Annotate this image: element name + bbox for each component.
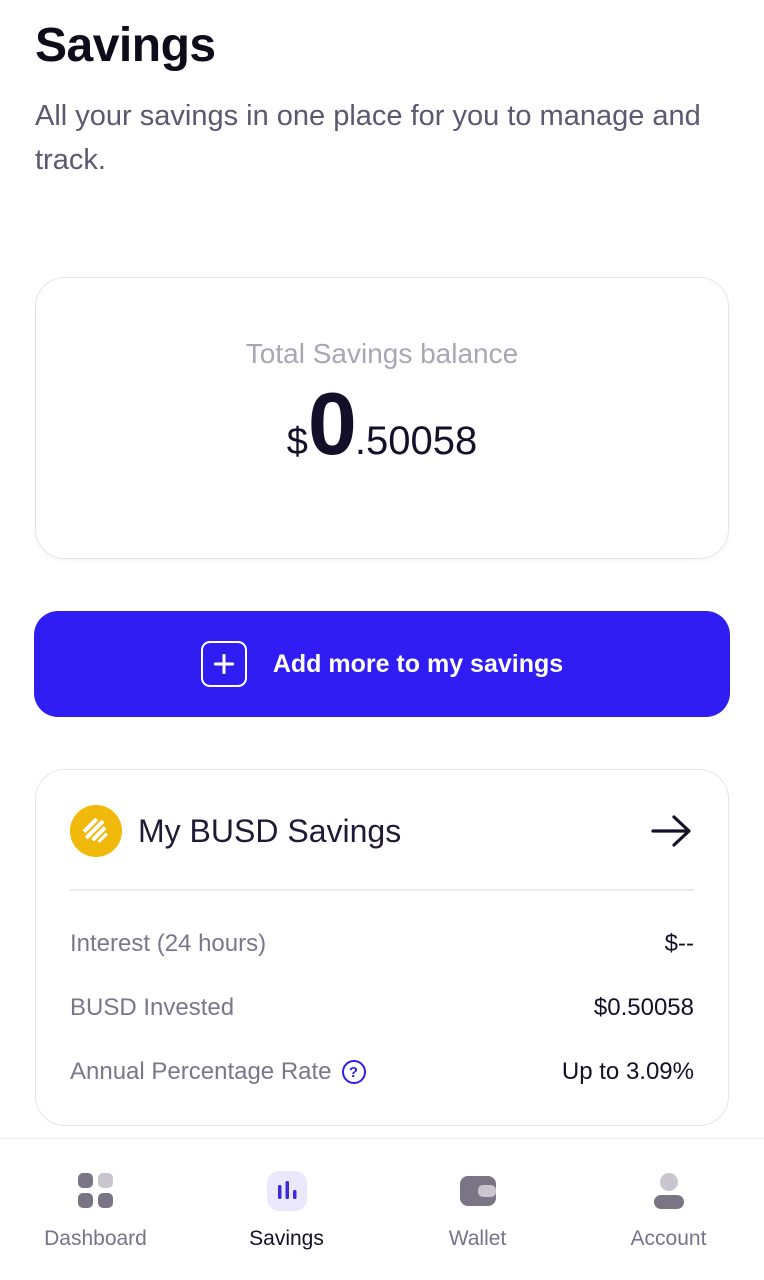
interest-label: Interest (24 hours) bbox=[70, 930, 267, 957]
card-divider bbox=[70, 889, 694, 891]
balance-label: Total Savings balance bbox=[245, 338, 519, 369]
apr-value: Up to 3.09% bbox=[561, 1058, 694, 1085]
total-balance-card: Total Savings balance $0.50058 bbox=[35, 277, 729, 559]
wallet-icon bbox=[458, 1171, 498, 1211]
busd-coin-icon bbox=[70, 805, 122, 857]
balance-fraction: .50058 bbox=[354, 419, 478, 463]
add-savings-button[interactable]: Add more to my savings bbox=[34, 611, 730, 717]
interest-value: $-- bbox=[664, 930, 694, 957]
invested-value: $0.50058 bbox=[593, 994, 694, 1021]
nav-item-wallet[interactable]: Wallet bbox=[382, 1139, 573, 1280]
nav-label-wallet: Wallet bbox=[448, 1227, 507, 1250]
nav-item-savings[interactable]: Savings bbox=[191, 1139, 382, 1280]
busd-savings-title: My BUSD Savings bbox=[138, 812, 402, 849]
invested-row: BUSD Invested $0.50058 bbox=[70, 990, 694, 1026]
help-question-icon[interactable]: ? bbox=[341, 1060, 366, 1084]
balance-amount: $0.50058 bbox=[36, 380, 728, 468]
arrow-right-icon[interactable] bbox=[650, 813, 694, 849]
page-title: Savings bbox=[35, 19, 216, 72]
apr-label: Annual Percentage Rate bbox=[70, 1058, 332, 1085]
account-user-icon bbox=[649, 1171, 689, 1211]
nav-label-dashboard: Dashboard bbox=[44, 1227, 147, 1250]
add-savings-label: Add more to my savings bbox=[272, 649, 564, 678]
bottom-nav: Dashboard Savings Wallet Account bbox=[0, 1138, 764, 1280]
plus-square-icon bbox=[200, 641, 247, 687]
busd-savings-card: My BUSD Savings Interest (24 hours) $-- … bbox=[35, 769, 729, 1126]
savings-chart-icon bbox=[266, 1171, 307, 1211]
nav-label-savings: Savings bbox=[249, 1227, 324, 1250]
nav-label-account: Account bbox=[630, 1227, 707, 1250]
apr-label-group: Annual Percentage Rate ? bbox=[70, 1058, 366, 1086]
dashboard-grid-icon bbox=[76, 1171, 116, 1211]
invested-label: BUSD Invested bbox=[70, 994, 235, 1021]
apr-row: Annual Percentage Rate ? Up to 3.09% bbox=[70, 1054, 694, 1090]
interest-row: Interest (24 hours) $-- bbox=[70, 926, 694, 962]
nav-item-account[interactable]: Account bbox=[573, 1139, 764, 1280]
balance-whole: 0 bbox=[307, 374, 357, 473]
page-subtitle: All your savings in one place for you to… bbox=[35, 100, 701, 176]
nav-item-dashboard[interactable]: Dashboard bbox=[0, 1139, 191, 1280]
balance-currency: $ bbox=[286, 421, 308, 463]
busd-savings-header[interactable]: My BUSD Savings bbox=[70, 804, 694, 858]
